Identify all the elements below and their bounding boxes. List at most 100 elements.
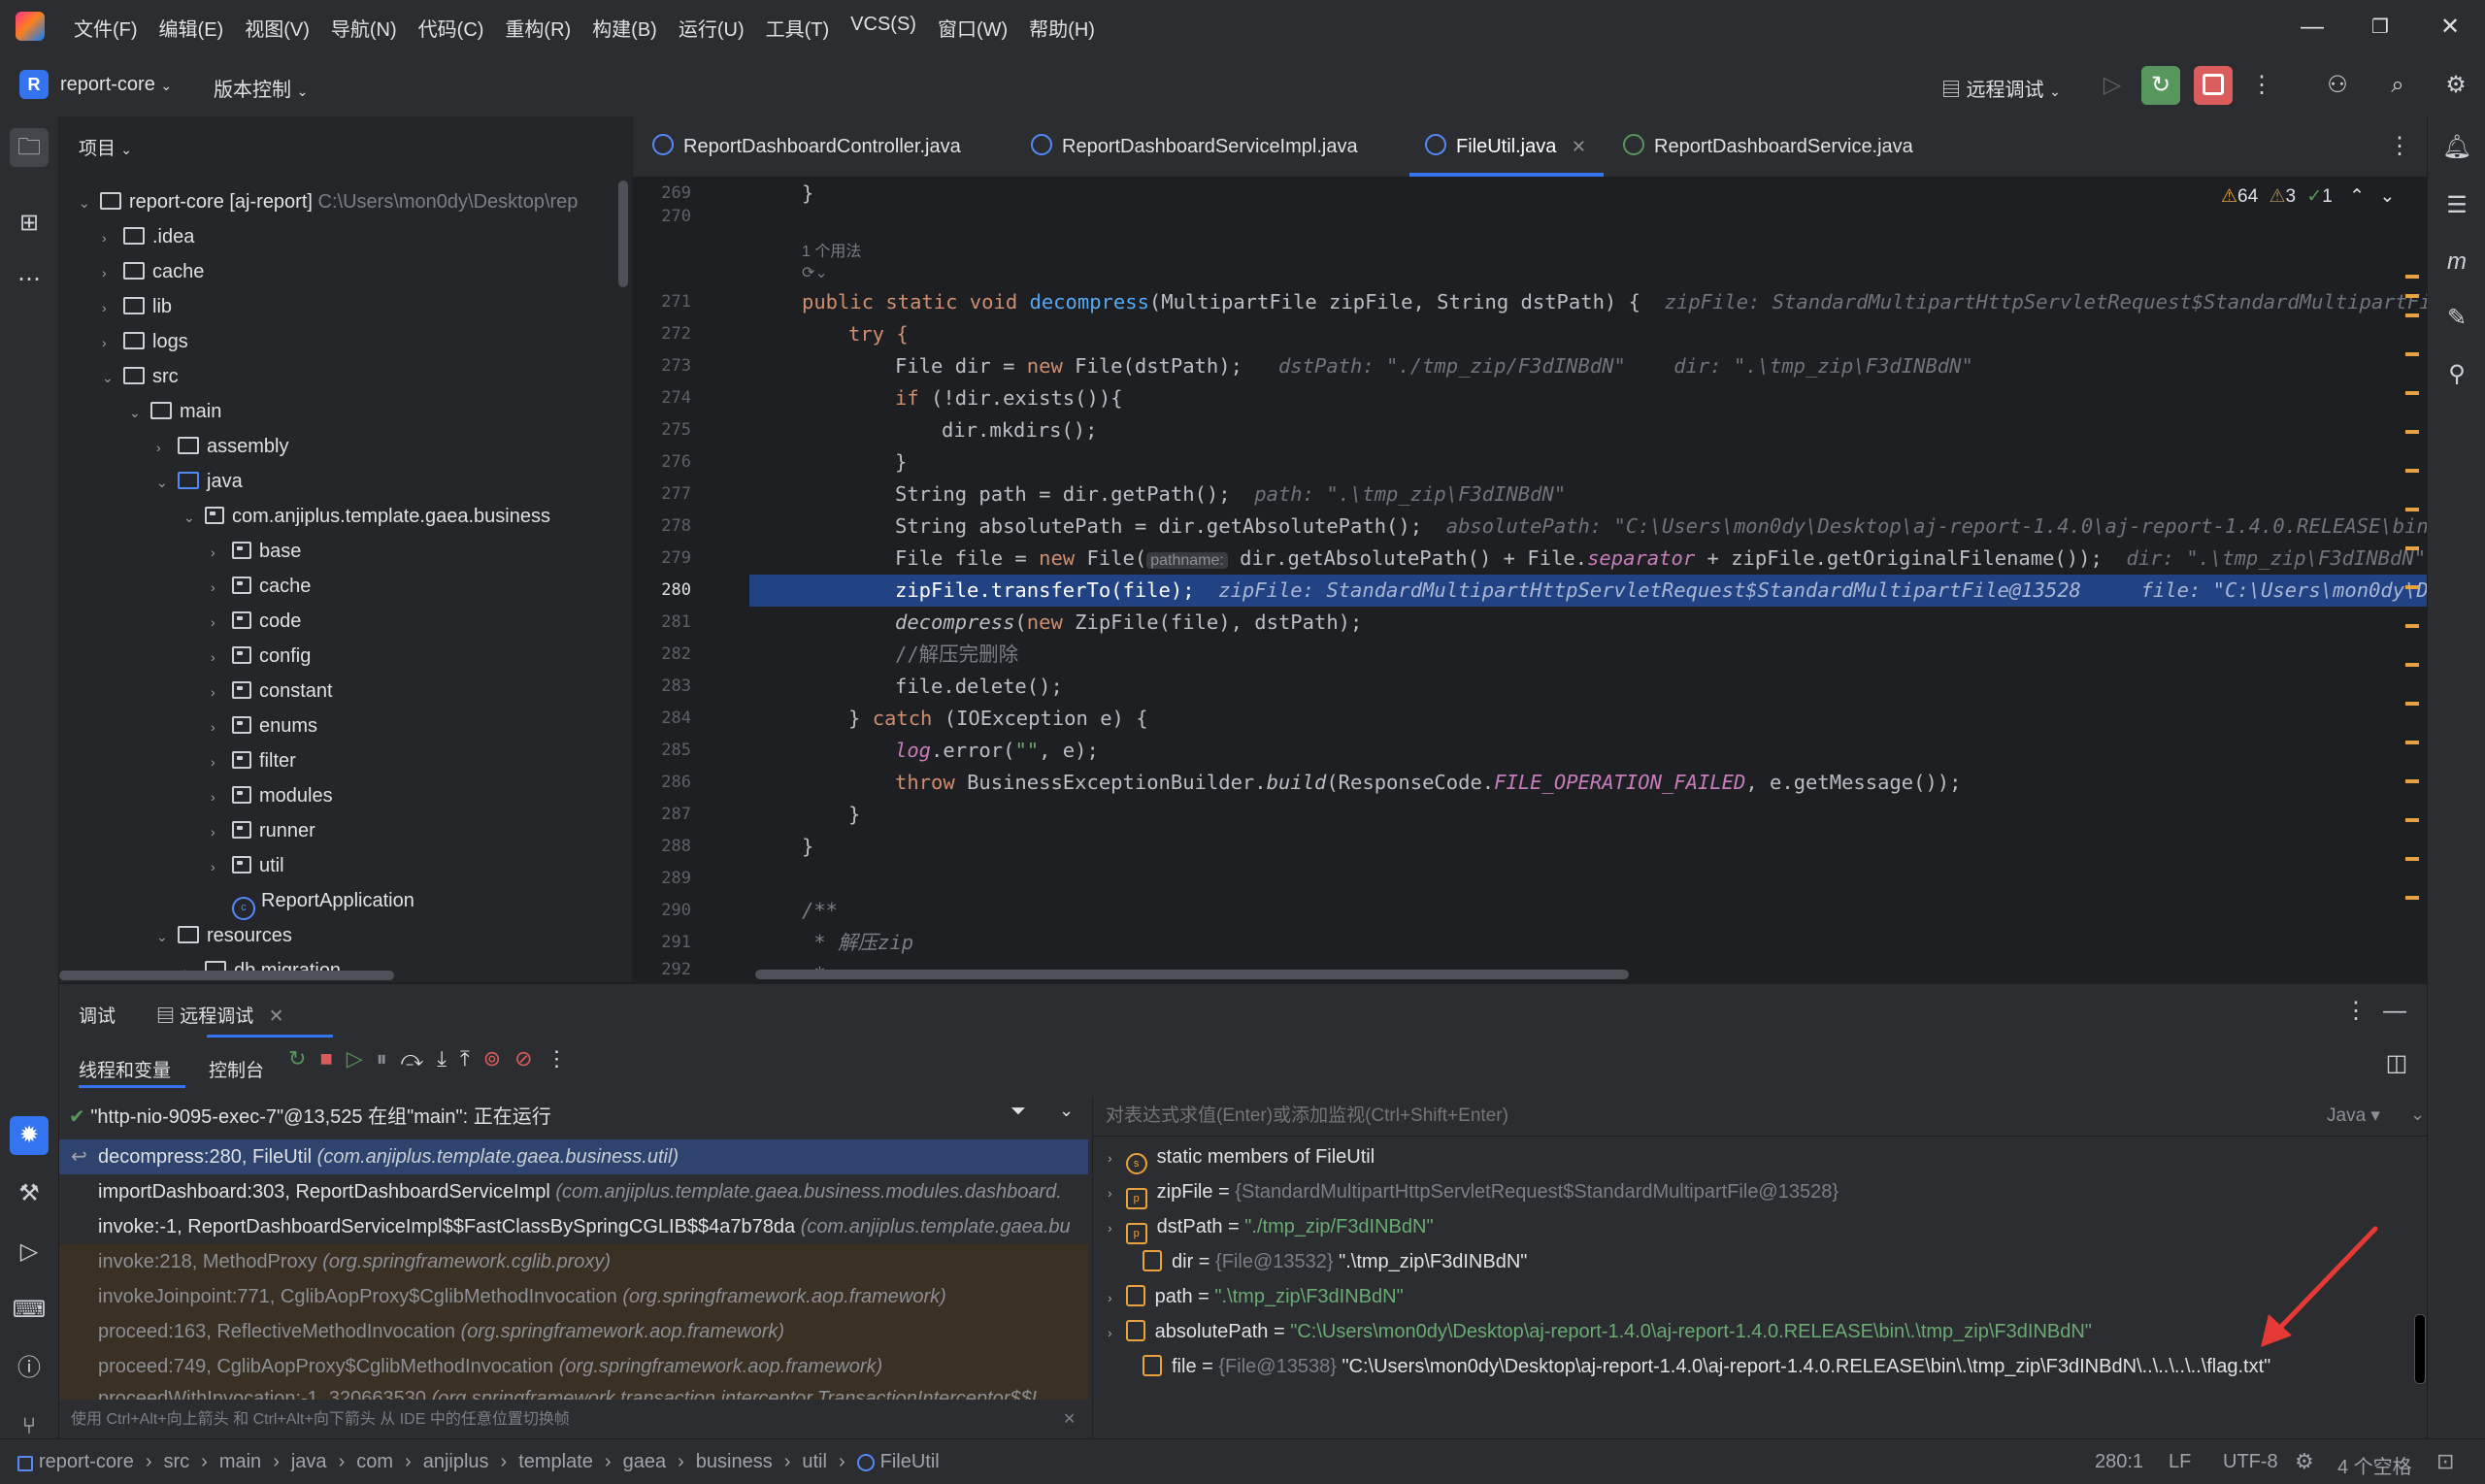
stop-icon[interactable]	[2194, 66, 2233, 105]
project-selector[interactable]: report-core ⌄	[60, 74, 172, 96]
run-icon[interactable]: ▷	[2093, 66, 2132, 105]
error-stripe[interactable]	[2405, 275, 2419, 954]
tree-item[interactable]: › runner	[211, 813, 315, 848]
tree-item[interactable]: › enums	[211, 709, 317, 743]
problems-icon[interactable]: ⓘ	[10, 1349, 49, 1388]
menu-code[interactable]: 代码(C)	[418, 14, 484, 42]
structure-icon[interactable]: ⊞	[10, 204, 49, 243]
stack-frame[interactable]: importDashboard:303, ReportDashboardServ…	[59, 1174, 1088, 1209]
stack-frame[interactable]: invoke:-1, ReportDashboardServiceImpl$$F…	[59, 1209, 1088, 1244]
tree-item[interactable]: › assembly	[156, 429, 288, 464]
hide-panel-icon[interactable]: —	[2375, 992, 2414, 1031]
next-highlight-icon[interactable]: ⌄	[2379, 186, 2395, 207]
menu-help[interactable]: 帮助(H)	[1029, 14, 1095, 42]
collapsed-arrow-icon[interactable]: ›	[211, 640, 232, 675]
more-debug-actions-icon[interactable]: ⋮	[547, 1046, 568, 1072]
stack-frame[interactable]: proceed:749, CglibAopProxy$CglibMethodIn…	[59, 1349, 1088, 1384]
collapsed-arrow-icon[interactable]: ›	[1108, 1325, 1112, 1340]
breadcrumb-item[interactable]: com	[356, 1451, 393, 1473]
tree-item[interactable]: ⌄ resources	[156, 918, 292, 953]
expanded-arrow-icon[interactable]: ⌄	[129, 395, 150, 430]
tree-item[interactable]: › logs	[102, 324, 188, 359]
tree-item[interactable]: › code	[211, 604, 301, 639]
tab-menu-icon[interactable]: ⋮	[2380, 127, 2419, 166]
debug-options-icon[interactable]: ⋮	[2336, 992, 2375, 1031]
language-selector[interactable]: Java ▾	[2327, 1105, 2380, 1127]
stack-frame[interactable]: proceed:163, ReflectiveMethodInvocation …	[59, 1314, 1088, 1349]
resume-icon[interactable]: ▷	[347, 1046, 363, 1072]
pause-icon[interactable]: ⏸	[377, 1046, 387, 1072]
variables-scrollbar[interactable]	[2414, 1314, 2426, 1384]
breadcrumb-item[interactable]: FileUtil	[880, 1451, 940, 1473]
variable-row[interactable]: › absolutePath = "C:\Users\mon0dy\Desktop…	[1108, 1314, 2092, 1349]
tree-root[interactable]: ⌄ report-core [aj-report] C:\Users\mon0dy…	[79, 184, 578, 219]
expanded-arrow-icon[interactable]: ⌄	[156, 919, 178, 954]
menu-file[interactable]: 文件(F)	[74, 14, 138, 42]
close-hint-icon[interactable]: ✕	[1063, 1402, 1076, 1438]
menu-refactor[interactable]: 重构(R)	[505, 14, 571, 42]
ai-assistant-icon[interactable]: ⚙	[2295, 1449, 2314, 1474]
variable-row[interactable]: file = {File@13538} "C:\Users\mon0dy\Des…	[1143, 1349, 2270, 1384]
breadcrumb-item[interactable]: main	[219, 1451, 261, 1473]
tree-item[interactable]: › lib	[102, 289, 172, 324]
close-tab-icon[interactable]: ✕	[1572, 137, 1586, 156]
collapsed-arrow-icon[interactable]: ›	[211, 570, 232, 605]
expanded-arrow-icon[interactable]: ⌄	[102, 360, 123, 395]
rerun-debug-icon[interactable]: ↻	[2141, 66, 2180, 105]
menu-run[interactable]: 运行(U)	[679, 14, 745, 42]
collapsed-arrow-icon[interactable]: ›	[1108, 1185, 1112, 1201]
collapsed-arrow-icon[interactable]: ›	[211, 814, 232, 849]
breadcrumb-item[interactable]: anjiplus	[423, 1451, 489, 1473]
editor-horizontal-scrollbar[interactable]	[755, 970, 1629, 979]
collapsed-arrow-icon[interactable]: ›	[211, 709, 232, 744]
breadcrumb-item[interactable]: business	[696, 1451, 773, 1473]
tree-item[interactable]: ⌄ com.anjiplus.template.gaea.business	[183, 499, 550, 534]
gradle-icon[interactable]: ✎	[2437, 299, 2476, 338]
tree-item[interactable]: › cache	[211, 569, 311, 604]
expanded-arrow-icon[interactable]: ⌄	[183, 500, 205, 535]
vcs-widget[interactable]: 版本控制 ⌄	[214, 74, 308, 102]
endpoints-icon[interactable]: ⚲	[2437, 355, 2476, 394]
menu-tools[interactable]: 工具(T)	[766, 14, 830, 42]
view-breakpoints-icon[interactable]: ⊚	[483, 1046, 501, 1072]
expanded-arrow-icon[interactable]: ⌄	[79, 185, 100, 220]
stack-frame[interactable]: invokeJoinpoint:771, CglibAopProxy$Cglib…	[59, 1279, 1088, 1314]
variable-row[interactable]: dir = {File@13532} ".\tmp_zip\F3dINBdN"	[1143, 1244, 1527, 1279]
tree-item[interactable]: › util	[211, 848, 284, 883]
collapsed-arrow-icon[interactable]: ›	[211, 675, 232, 709]
build-hammer-icon[interactable]: ⚒	[10, 1174, 49, 1213]
filter-icon[interactable]: ⏷	[1011, 1101, 1026, 1123]
restore-icon[interactable]: ❐	[2361, 10, 2400, 45]
tab-console[interactable]: 控制台	[209, 1056, 264, 1082]
database-icon[interactable]: ☰	[2437, 186, 2476, 225]
tree-item[interactable]: › cache	[102, 254, 204, 289]
breadcrumb-item[interactable]: util	[802, 1451, 827, 1473]
caret-position[interactable]: 280:1	[2095, 1451, 2143, 1473]
collapsed-arrow-icon[interactable]: ›	[102, 220, 123, 255]
minimize-icon[interactable]: —	[2293, 10, 2332, 45]
tree-item[interactable]: › .idea	[102, 219, 194, 254]
tree-item[interactable]: › filter	[211, 743, 296, 778]
breadcrumb-item[interactable]: gaea	[623, 1451, 667, 1473]
terminal-icon[interactable]: ⌨	[10, 1291, 49, 1330]
collapsed-arrow-icon[interactable]: ›	[211, 605, 232, 640]
tab-debug[interactable]: 调试	[79, 1002, 116, 1028]
collapsed-arrow-icon[interactable]: ›	[1108, 1290, 1112, 1305]
notifications-bell-icon[interactable]: 🔔︎	[2437, 128, 2476, 167]
collapsed-arrow-icon[interactable]: ›	[211, 744, 232, 779]
horizontal-scrollbar[interactable]	[59, 971, 394, 980]
line-separator[interactable]: LF	[2169, 1451, 2191, 1473]
chevron-down-icon[interactable]: ⌄	[2410, 1105, 2425, 1125]
menu-navigate[interactable]: 导航(N)	[331, 14, 397, 42]
collapsed-arrow-icon[interactable]: ›	[156, 430, 178, 465]
collapsed-arrow-icon[interactable]: ›	[102, 325, 123, 360]
tree-item[interactable]: ⌄ src	[102, 359, 179, 394]
variable-row[interactable]: › s static members of FileUtil	[1108, 1139, 1375, 1174]
collapsed-arrow-icon[interactable]: ›	[102, 290, 123, 325]
menu-build[interactable]: 构建(B)	[592, 14, 657, 42]
ai-assist-icon[interactable]: ⟳⌄	[802, 263, 828, 282]
rerun-icon[interactable]: ↻	[288, 1046, 306, 1072]
code-editor[interactable]: 269 270 271 272 273 274 275 276 277 278 …	[633, 178, 2427, 982]
evaluate-expression-input[interactable]	[1104, 1101, 2253, 1132]
variable-row[interactable]: › path = ".\tmp_zip\F3dINBdN"	[1108, 1279, 1404, 1314]
